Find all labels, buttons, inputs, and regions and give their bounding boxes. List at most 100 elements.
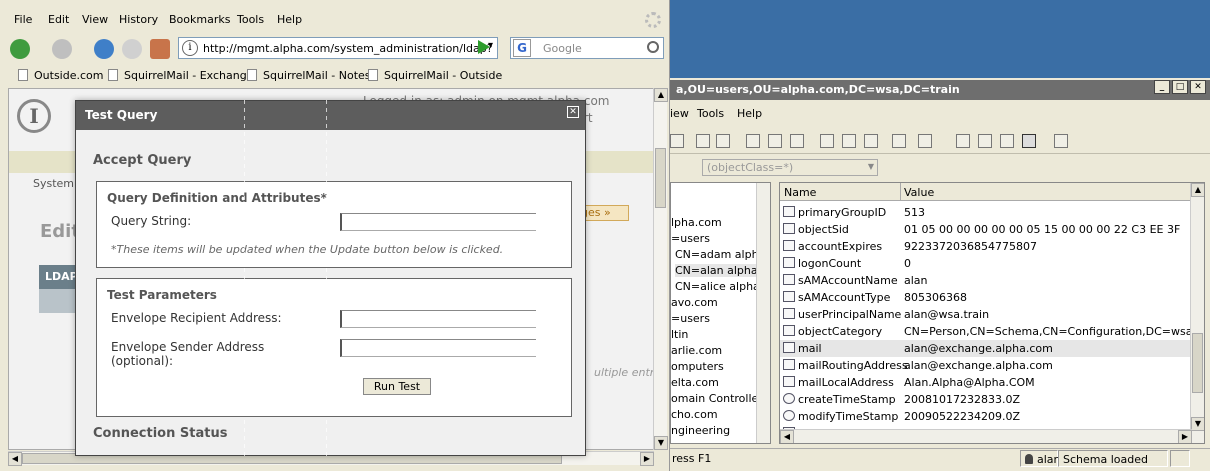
- new-icon[interactable]: [918, 134, 932, 148]
- maximize-icon[interactable]: □: [1172, 80, 1188, 94]
- tree-node[interactable]: omain Controllers: [671, 392, 769, 405]
- tree-node[interactable]: elta.com: [671, 376, 719, 389]
- scroll-up-icon[interactable]: ▲: [1191, 183, 1204, 197]
- url-bar[interactable]: i http://mgmt.alpha.com/system_administr…: [178, 37, 498, 59]
- close-window-icon[interactable]: ✕: [1190, 80, 1206, 94]
- attribute-row[interactable]: logonCount 0: [780, 255, 1192, 272]
- scroll-right-icon[interactable]: ▶: [640, 452, 654, 466]
- tree-scrollbar[interactable]: [756, 183, 770, 443]
- go-icon[interactable]: [478, 40, 490, 54]
- menu-view[interactable]: iew: [670, 107, 689, 120]
- desktop-background: [670, 0, 1210, 78]
- attribute-row[interactable]: objectSid 01 05 00 00 00 00 00 05 15 00 0…: [780, 221, 1192, 238]
- scroll-left-icon[interactable]: ◀: [780, 430, 794, 443]
- scroll-thumb[interactable]: [655, 148, 666, 208]
- tree-node[interactable]: =users: [671, 312, 710, 325]
- tree-node[interactable]: CN=adam alpha: [675, 248, 765, 261]
- attribute-row[interactable]: createTimeStamp 20081017232833.0Z: [780, 391, 1192, 408]
- chevron-down-icon[interactable]: ▼: [868, 162, 874, 171]
- search-icon[interactable]: [647, 41, 659, 53]
- attribute-row[interactable]: accountExpires 9223372036854775807: [780, 238, 1192, 255]
- attribute-row[interactable]: modifyTimeStamp 20090522234209.0Z: [780, 408, 1192, 425]
- stop-icon[interactable]: [122, 39, 142, 59]
- search-box[interactable]: G Google: [510, 37, 664, 59]
- scroll-down-icon[interactable]: ▼: [1191, 417, 1204, 431]
- tree-node[interactable]: cho.com: [671, 408, 718, 421]
- list-vertical-scrollbar[interactable]: ▲ ▼: [1190, 183, 1204, 443]
- column-value-header[interactable]: Value: [904, 186, 934, 199]
- back-icon[interactable]: [10, 39, 30, 59]
- filter-combobox[interactable]: (objectClass=*) ▼: [702, 159, 878, 176]
- scroll-left-icon[interactable]: ◀: [8, 452, 22, 466]
- tree-node[interactable]: lpha.com: [671, 216, 722, 229]
- column-name-header[interactable]: Name: [784, 186, 816, 199]
- directory-tree[interactable]: lpha.com =users CN=adam alpha CN=alan alpha…: [670, 182, 771, 444]
- attribute-list[interactable]: Name Value primaryGroupID 513 objectSid 01 …: [779, 182, 1205, 444]
- scroll-up-icon[interactable]: ▲: [654, 88, 668, 102]
- tree-node[interactable]: ltin: [671, 328, 688, 341]
- reload-icon[interactable]: [94, 39, 114, 59]
- menu-file[interactable]: File: [14, 13, 32, 26]
- small-icons-icon[interactable]: [978, 134, 992, 148]
- bookmark-item[interactable]: Outside.com: [18, 69, 103, 82]
- delete-icon[interactable]: [820, 134, 834, 148]
- tree-node[interactable]: CN=alice alpha: [675, 280, 760, 293]
- large-icons-icon[interactable]: [956, 134, 970, 148]
- attribute-row[interactable]: mailLocalAddress Alan.Alpha@Alpha.COM: [780, 374, 1192, 391]
- help-icon[interactable]: [1054, 134, 1068, 148]
- find-icon[interactable]: [892, 134, 906, 148]
- attribute-row[interactable]: mailRoutingAddress alan@exchange.alpha.co…: [780, 357, 1192, 374]
- tree-node[interactable]: omputers: [671, 360, 724, 373]
- refresh-icon[interactable]: [864, 134, 878, 148]
- scroll-thumb[interactable]: [1192, 333, 1203, 393]
- copy-icon[interactable]: [768, 134, 782, 148]
- list-header: Name Value: [780, 183, 1204, 201]
- menu-tools[interactable]: Tools: [237, 13, 264, 26]
- attribute-row[interactable]: objectCategory CN=Person,CN=Schema,CN=Con…: [780, 323, 1204, 340]
- details-icon[interactable]: [1022, 134, 1036, 148]
- menu-tools[interactable]: Tools: [697, 107, 724, 120]
- tree-node[interactable]: =users: [671, 232, 710, 245]
- menu-view[interactable]: View: [82, 13, 108, 26]
- toolbar-icon[interactable]: [670, 134, 684, 148]
- scroll-down-icon[interactable]: ▼: [654, 436, 668, 450]
- page-vertical-scrollbar[interactable]: ▲ ▼: [653, 88, 668, 450]
- home-icon[interactable]: [150, 39, 170, 59]
- tree-node[interactable]: avo.com: [671, 296, 718, 309]
- query-string-input[interactable]: [340, 213, 536, 231]
- toolbar-icon[interactable]: [696, 134, 710, 148]
- attribute-row[interactable]: sAMAccountType 805306368: [780, 289, 1192, 306]
- search-engine-icon[interactable]: G: [513, 39, 531, 57]
- bookmark-item[interactable]: SquirrelMail - Outside: [368, 69, 502, 82]
- cut-icon[interactable]: [746, 134, 760, 148]
- site-identity-icon[interactable]: i: [182, 40, 198, 56]
- list-icon[interactable]: [1000, 134, 1014, 148]
- bookmark-item[interactable]: SquirrelMail - Notes: [247, 69, 371, 82]
- recipient-input[interactable]: [340, 310, 536, 328]
- tree-node[interactable]: ngineering: [671, 424, 730, 437]
- tree-node[interactable]: arlie.com: [671, 344, 722, 357]
- run-test-button[interactable]: Run Test: [363, 378, 431, 395]
- menu-bookmarks[interactable]: Bookmarks: [169, 13, 230, 26]
- attribute-row[interactable]: userPrincipalName alan@wsa.train: [780, 306, 1192, 323]
- bookmark-item[interactable]: SquirrelMail - Exchange: [108, 69, 253, 82]
- close-icon[interactable]: ✕: [567, 106, 579, 118]
- menu-help[interactable]: Help: [277, 13, 302, 26]
- list-horizontal-scrollbar[interactable]: ◀ ▶: [780, 429, 1192, 443]
- scroll-right-icon[interactable]: ▶: [1178, 430, 1192, 443]
- minimize-icon[interactable]: _: [1154, 80, 1170, 94]
- sender-input[interactable]: [340, 339, 536, 357]
- properties-icon[interactable]: [842, 134, 856, 148]
- toolbar-icon[interactable]: [716, 134, 730, 148]
- status-help-text: ress F1: [672, 452, 712, 465]
- menu-edit[interactable]: Edit: [48, 13, 69, 26]
- paste-icon[interactable]: [790, 134, 804, 148]
- menu-help[interactable]: Help: [737, 107, 762, 120]
- attribute-row[interactable]: sAMAccountName alan: [780, 272, 1192, 289]
- forward-icon[interactable]: [52, 39, 72, 59]
- tree-node[interactable]: CN=alan alpha: [675, 264, 758, 277]
- attribute-row[interactable]: mail alan@exchange.alpha.com: [780, 340, 1192, 357]
- nav-system[interactable]: System: [33, 177, 74, 190]
- menu-history[interactable]: History: [119, 13, 158, 26]
- attribute-row[interactable]: primaryGroupID 513: [780, 204, 1192, 221]
